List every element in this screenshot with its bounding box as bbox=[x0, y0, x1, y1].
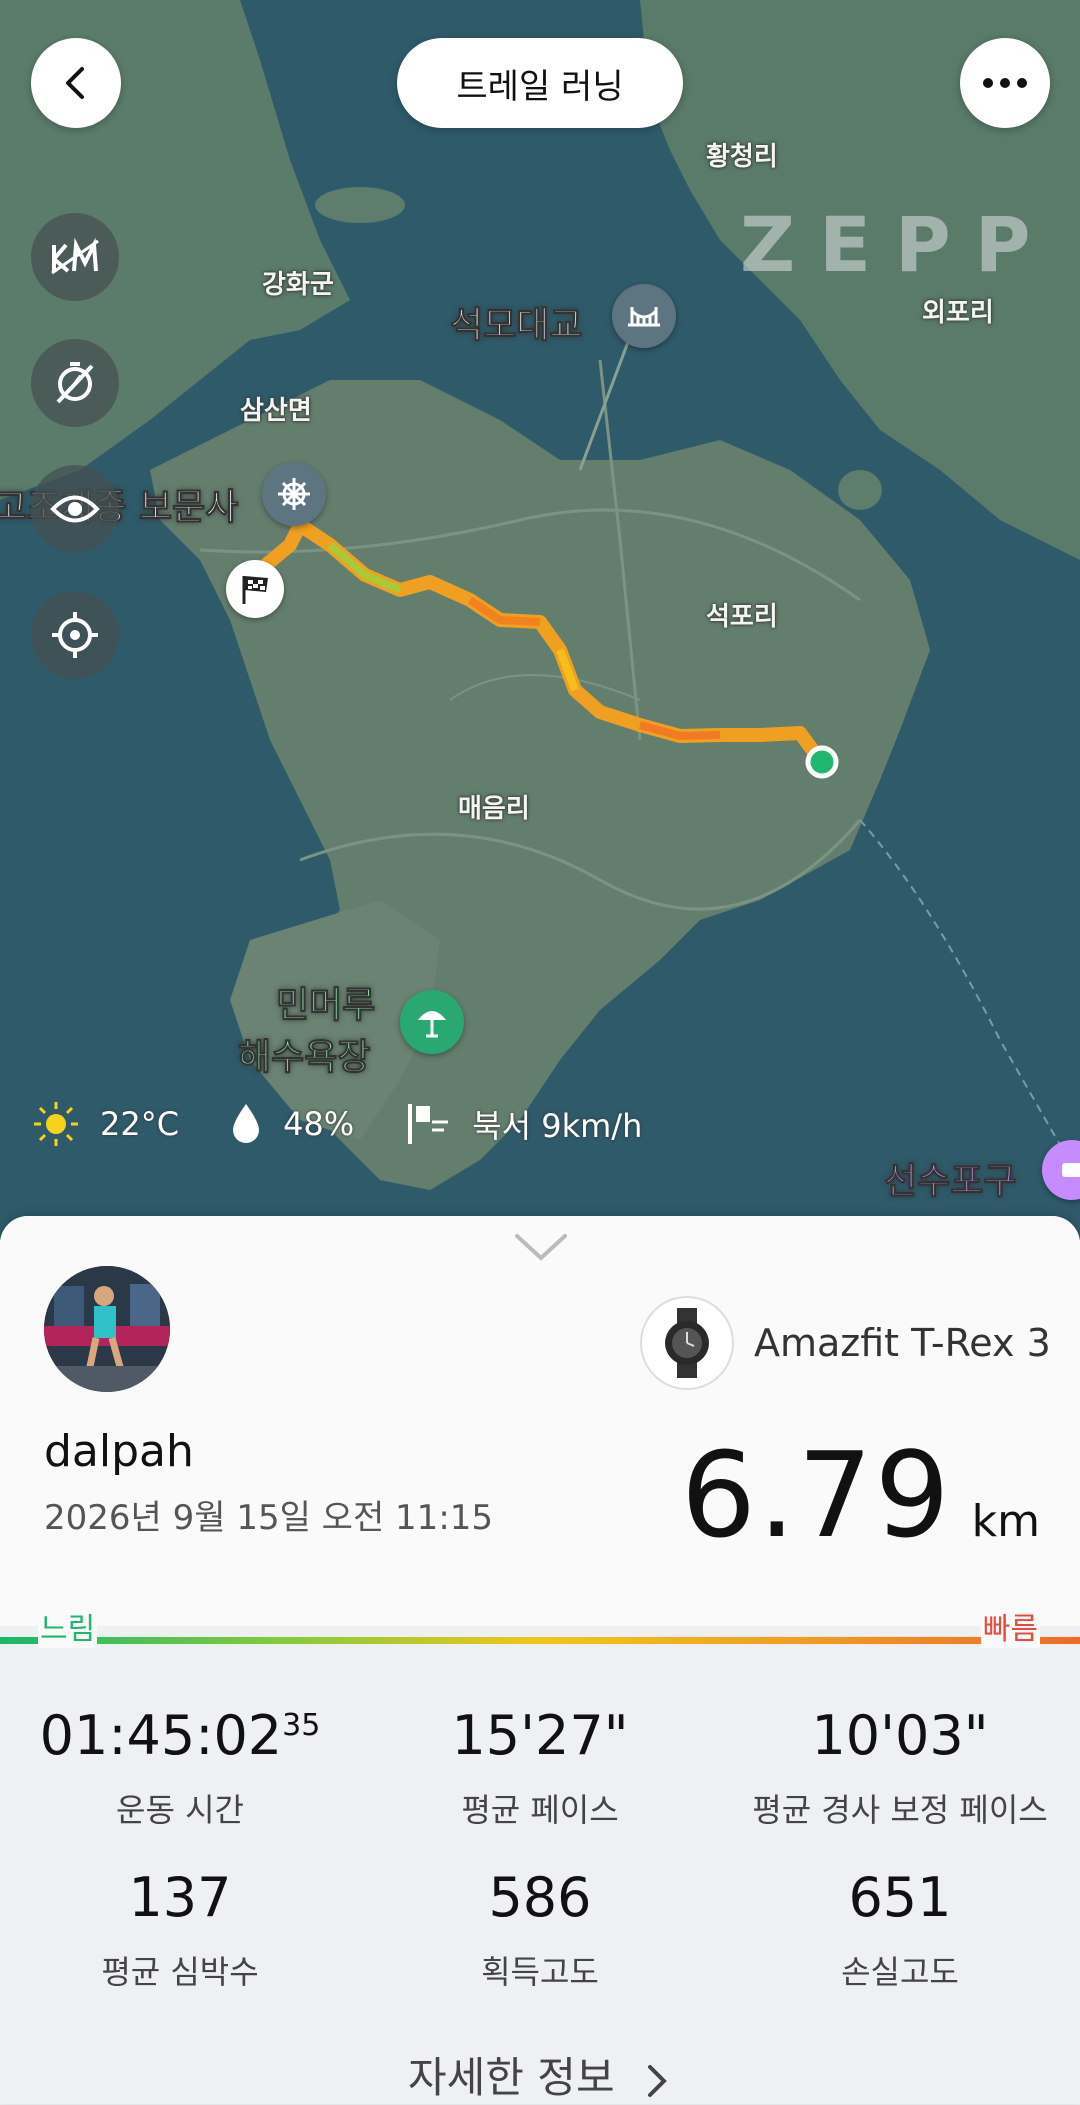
activity-datetime: 2026년 9월 15일 오전 11:15 bbox=[44, 1498, 494, 1538]
pace-off-icon bbox=[56, 362, 94, 404]
zepp-watermark: ZEPP bbox=[740, 200, 1055, 289]
summary-header: Amazfit T-Rex 3 dalpah 2026년 9월 15일 오전 1… bbox=[0, 1216, 1080, 1626]
weather-bar: 22°C 48% 북서 9km/h bbox=[32, 1100, 692, 1148]
more-button[interactable] bbox=[960, 38, 1050, 128]
bridge-icon[interactable] bbox=[612, 284, 676, 348]
place-label: 석포리 bbox=[706, 602, 778, 632]
km-marker-toggle[interactable] bbox=[31, 213, 119, 301]
stat-duration: 01:45:0235 운동 시간 bbox=[0, 1704, 360, 1831]
poi-label[interactable]: 석모대교 bbox=[449, 296, 582, 348]
details-link[interactable]: 자세한 정보 bbox=[0, 2044, 1080, 2105]
stat-avg-heart-rate: 137 평균 심박수 bbox=[0, 1866, 360, 1993]
device-name: Amazfit T-Rex 3 bbox=[754, 1321, 1051, 1365]
pace-toggle[interactable] bbox=[31, 339, 119, 427]
stat-label: 손실고도 bbox=[841, 1953, 959, 1991]
km-marker-icon bbox=[51, 237, 99, 275]
stat-label: 평균 페이스 bbox=[461, 1791, 619, 1829]
watch-icon bbox=[640, 1296, 734, 1390]
route-map[interactable]: ZEPP 황청리 강화군 외포리 삼산면 석포리 매음리 석모대교 고조계종 보… bbox=[0, 0, 1080, 1240]
stat-label: 평균 심박수 bbox=[101, 1953, 259, 1991]
temperature: 22°C bbox=[32, 1100, 179, 1148]
wind-flag-icon bbox=[408, 1104, 449, 1144]
place-label: 매음리 bbox=[458, 794, 530, 824]
stat-label: 평균 경사 보정 페이스 bbox=[752, 1791, 1048, 1829]
visibility-toggle[interactable] bbox=[31, 465, 119, 553]
stat-label: 획득고도 bbox=[481, 1953, 599, 1991]
summary-sheet: Amazfit T-Rex 3 dalpah 2026년 9월 15일 오전 1… bbox=[0, 1216, 1080, 2104]
stat-avg-pace: 15'27" 평균 페이스 bbox=[360, 1704, 720, 1831]
pace-gradient-bar bbox=[0, 1637, 1080, 1644]
wind-value: 북서 9km/h bbox=[472, 1107, 643, 1145]
temple-icon[interactable] bbox=[262, 462, 326, 526]
back-button[interactable] bbox=[31, 38, 121, 128]
map-background bbox=[0, 0, 1080, 1190]
more-horizontal-icon bbox=[983, 78, 1027, 88]
place-label: 외포리 bbox=[922, 298, 994, 328]
humidity: 48% bbox=[229, 1102, 354, 1146]
chevron-right-icon bbox=[647, 2064, 667, 2097]
stat-grade-adjusted-pace: 10'03" 평균 경사 보정 페이스 bbox=[720, 1704, 1080, 1831]
distance: 6.79 km bbox=[681, 1426, 1040, 1564]
activity-type-title[interactable]: 트레일 러닝 bbox=[397, 38, 683, 128]
locate-button[interactable] bbox=[31, 591, 119, 679]
poi-label[interactable]: 민머루 bbox=[275, 976, 375, 1028]
poi-label[interactable]: 해수욕장 bbox=[237, 1028, 370, 1080]
legend-fast: 빠름 bbox=[980, 1604, 1040, 1648]
device-info[interactable]: Amazfit T-Rex 3 bbox=[640, 1296, 1051, 1390]
humidity-value: 48% bbox=[283, 1105, 355, 1143]
temperature-value: 22°C bbox=[100, 1105, 180, 1143]
sun-icon bbox=[34, 1102, 78, 1146]
stat-value: 586 bbox=[488, 1866, 592, 1929]
details-link-label: 자세한 정보 bbox=[408, 2053, 615, 2102]
stat-value: 15'27" bbox=[451, 1704, 629, 1767]
stat-value: 137 bbox=[128, 1866, 232, 1929]
avatar-photo bbox=[44, 1266, 170, 1392]
username: dalpah bbox=[44, 1426, 194, 1477]
eye-icon bbox=[50, 495, 100, 523]
place-label: 삼산면 bbox=[240, 396, 312, 426]
water-drop-icon bbox=[233, 1104, 260, 1143]
stat-value: 10'03" bbox=[811, 1704, 989, 1767]
legend-slow: 느림 bbox=[38, 1604, 98, 1648]
beach-umbrella-icon[interactable] bbox=[400, 990, 464, 1054]
stat-label: 운동 시간 bbox=[116, 1791, 244, 1829]
stat-value: 01:45:0235 bbox=[39, 1704, 321, 1767]
stat-elevation-loss: 651 손실고도 bbox=[720, 1866, 1080, 1993]
locate-icon bbox=[52, 612, 98, 658]
distance-unit: km bbox=[971, 1496, 1040, 1547]
finish-flag-icon[interactable] bbox=[226, 560, 284, 618]
stat-elevation-gain: 586 획득고도 bbox=[360, 1866, 720, 1993]
avatar[interactable] bbox=[44, 1266, 170, 1392]
place-label: 황청리 bbox=[706, 142, 778, 172]
stat-value: 651 bbox=[848, 1866, 952, 1929]
place-label: 강화군 bbox=[262, 270, 334, 300]
chevron-down-icon[interactable] bbox=[513, 1232, 569, 1262]
distance-value: 6.79 bbox=[680, 1426, 952, 1564]
wind: 북서 9km/h bbox=[404, 1101, 642, 1147]
chevron-left-icon bbox=[66, 67, 84, 99]
poi-label[interactable]: 선수포구 bbox=[883, 1152, 1016, 1204]
